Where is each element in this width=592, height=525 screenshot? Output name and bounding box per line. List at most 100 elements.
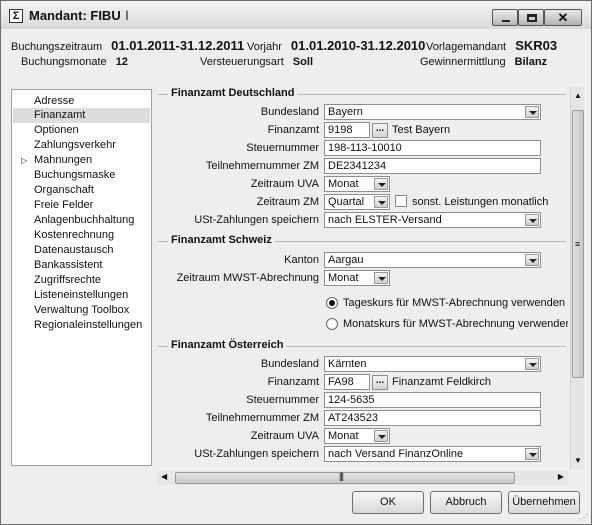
de-finanzamt-code: 9198: [328, 124, 353, 136]
at-ust-label: USt-Zahlungen speichern: [194, 448, 319, 460]
section-title-oesterreich: Finanzamt Österreich: [168, 339, 287, 351]
at-teilnehmer-input[interactable]: AT243523: [324, 410, 541, 426]
chevron-down-icon[interactable]: [525, 448, 539, 460]
ch-tageskurs-label: Tageskurs für MWST-Abrechnung verwenden: [343, 297, 565, 309]
chevron-down-icon[interactable]: [374, 430, 388, 442]
resize-grip-icon[interactable]: ⋰: [580, 513, 588, 522]
chevron-down-icon[interactable]: [374, 178, 388, 190]
scroll-up-icon[interactable]: ▲: [574, 91, 582, 100]
nav-item-zugriffsrechte[interactable]: Zugriffsrechte: [34, 273, 101, 288]
de-zeitraum-uva-select[interactable]: Monat: [324, 176, 390, 192]
cancel-button[interactable]: Abbruch: [430, 491, 502, 514]
de-teilnehmer-input[interactable]: DE2341234: [324, 158, 541, 174]
at-finanzamt-code-field[interactable]: FA98: [324, 374, 370, 390]
window-title: Mandant: FIBU: [29, 8, 121, 23]
at-teilnehmer-label: Teilnehmernummer ZM: [205, 412, 319, 424]
close-button[interactable]: ✕: [544, 9, 582, 26]
de-bundesland-select[interactable]: Bayern: [324, 104, 541, 120]
text-cursor-icon: I: [125, 7, 129, 23]
gewinnermittlung-value: Bilanz: [514, 56, 548, 68]
de-bundesland-label: Bundesland: [260, 106, 319, 118]
de-teilnehmer-value: DE2341234: [328, 160, 387, 172]
nav-item-mahnungen[interactable]: Mahnungen: [34, 153, 92, 168]
buchungszeitraum-value: 01.01.2011-31.12.2011: [111, 38, 245, 53]
chevron-down-icon[interactable]: [525, 254, 539, 266]
buchungsmonate-label: Buchungsmonate: [21, 56, 107, 68]
chevron-down-icon[interactable]: [374, 272, 388, 284]
finanzamt-settings-panel: Finanzamt Deutschland Bundesland Bayern …: [158, 87, 568, 469]
vertical-scrollbar[interactable]: ▲ ≡ ▼: [570, 87, 584, 469]
nav-item-finanzamt[interactable]: Finanzamt: [13, 108, 150, 123]
de-sonst-leistungen-label: sonst. Leistungen monatlich: [412, 196, 549, 208]
horizontal-scroll-thumb[interactable]: |||: [175, 471, 515, 484]
vorjahr-value: 01.01.2010-31.12.2010: [290, 38, 426, 53]
at-zeitraum-uva-select[interactable]: Monat: [324, 428, 390, 444]
de-steuernummer-input[interactable]: 198-113-10010: [324, 140, 541, 156]
nav-item-verwaltung-toolbox[interactable]: Verwaltung Toolbox: [34, 303, 129, 318]
de-sonst-leistungen-checkbox[interactable]: [395, 195, 407, 207]
vorlagemandant-label: Vorlagemandant: [426, 41, 507, 53]
nav-item-regionaleinstellungen[interactable]: Regionaleinstellungen: [34, 318, 142, 333]
nav-item-anlagenbuchhaltung[interactable]: Anlagenbuchhaltung: [34, 213, 134, 228]
de-finanzamt-code-field[interactable]: 9198: [324, 122, 370, 138]
ch-tageskurs-radio[interactable]: [326, 297, 338, 309]
scroll-down-icon[interactable]: ▼: [574, 456, 582, 465]
nav-item-listeneinstellungen[interactable]: Listeneinstellungen: [34, 288, 128, 303]
nav-item-organschaft[interactable]: Organschaft: [34, 183, 94, 198]
at-steuernummer-label: Steuernummer: [246, 394, 319, 406]
apply-button[interactable]: Übernehmen: [508, 491, 580, 514]
ch-zeitraum-label: Zeitraum MWST-Abrechnung: [176, 272, 319, 284]
nav-item-bankassistent[interactable]: Bankassistent: [34, 258, 102, 273]
chevron-down-icon[interactable]: [525, 106, 539, 118]
at-steuernummer-input[interactable]: 124-5635: [324, 392, 541, 408]
ch-kanton-select[interactable]: Aargau: [324, 252, 541, 268]
chevron-down-icon[interactable]: [525, 358, 539, 370]
at-bundesland-select[interactable]: Kärnten: [324, 356, 541, 372]
de-ust-select[interactable]: nach ELSTER-Versand: [324, 212, 541, 228]
maximize-button[interactable]: [518, 9, 544, 26]
vertical-scroll-thumb[interactable]: ≡: [572, 110, 584, 378]
at-zeitraum-uva-value: Monat: [328, 430, 359, 442]
at-steuernummer-value: 124-5635: [328, 394, 375, 406]
de-zeitraum-zm-value: Quartal: [328, 196, 365, 208]
at-teilnehmer-value: AT243523: [328, 412, 378, 424]
at-finanzamt-browse-button[interactable]: ...: [372, 375, 388, 390]
nav-item-zahlungsverkehr[interactable]: Zahlungsverkehr: [34, 138, 116, 153]
sigma-app-icon: Σ: [9, 9, 23, 23]
at-zeitraum-uva-label: Zeitraum UVA: [250, 430, 319, 442]
nav-item-adresse[interactable]: Adresse: [34, 94, 74, 109]
horizontal-scrollbar[interactable]: ◀ ||| ▶: [158, 471, 568, 485]
at-ust-select[interactable]: nach Versand FinanzOnline: [324, 446, 541, 462]
expand-arrow-icon[interactable]: ▷: [21, 156, 27, 165]
de-steuernummer-label: Steuernummer: [246, 142, 319, 154]
close-icon: ✕: [557, 10, 569, 25]
scroll-right-icon[interactable]: ▶: [558, 472, 564, 481]
de-zeitraum-zm-select[interactable]: Quartal: [324, 194, 390, 210]
nav-item-optionen[interactable]: Optionen: [34, 123, 79, 138]
nav-item-kostenrechnung[interactable]: Kostenrechnung: [34, 228, 114, 243]
nav-item-datenaustausch[interactable]: Datenaustausch: [34, 243, 114, 258]
de-finanzamt-browse-button[interactable]: ...: [372, 123, 388, 138]
title-bar[interactable]: Σ Mandant: FIBU I ✕: [1, 1, 591, 29]
ok-button[interactable]: OK: [352, 491, 424, 514]
at-finanzamt-code: FA98: [328, 376, 354, 388]
gewinnermittlung: Gewinnermittlung Bilanz: [420, 56, 547, 68]
buchungszeitraum: Buchungszeitraum 01.01.2011-31.12.2011: [11, 38, 244, 53]
ch-zeitraum-value: Monat: [328, 272, 359, 284]
ch-zeitraum-select[interactable]: Monat: [324, 270, 390, 286]
ch-monatskurs-radio[interactable]: [326, 318, 338, 330]
de-finanzamt-label: Finanzamt: [267, 124, 319, 136]
versteuerungsart-label: Versteuerungsart: [200, 56, 284, 68]
nav-item-buchungsmaske[interactable]: Buchungsmaske: [34, 168, 115, 183]
chevron-down-icon[interactable]: [525, 214, 539, 226]
vorjahr-label: Vorjahr: [247, 41, 282, 53]
minimize-button[interactable]: [492, 9, 518, 26]
ch-kanton-value: Aargau: [328, 254, 364, 266]
nav-item-freie-felder[interactable]: Freie Felder: [34, 198, 93, 213]
scroll-left-icon[interactable]: ◀: [161, 472, 167, 481]
chevron-down-icon[interactable]: [374, 196, 388, 208]
de-zeitraum-uva-label: Zeitraum UVA: [250, 178, 319, 190]
maximize-icon: [527, 14, 537, 22]
settings-nav-list: Adresse Finanzamt Optionen Zahlungsverke…: [11, 89, 152, 466]
de-ust-value: nach ELSTER-Versand: [328, 214, 442, 226]
